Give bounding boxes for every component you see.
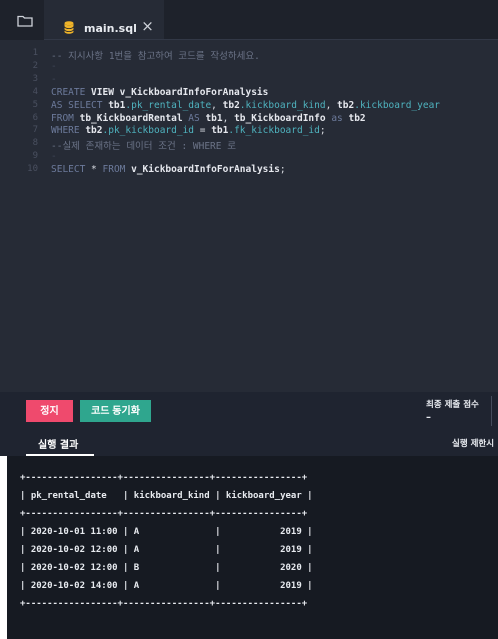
code-token: ;: [319, 125, 326, 137]
code-line[interactable]: FROM tb_KickboardRental AS tb1, tb_Kickb…: [51, 113, 366, 124]
line-number: 3: [32, 73, 38, 84]
code-token: -: [51, 73, 57, 85]
code-token: tb1: [205, 112, 223, 124]
code-line[interactable]: --실제 존재하는 데이터 조건 : WHERE 로: [51, 138, 236, 152]
code-token: ,: [211, 99, 223, 111]
line-number: 10: [27, 164, 38, 175]
control-bar: 정지 코드 동기화 최종 제출 점수 –: [0, 392, 498, 430]
line-number: 5: [32, 99, 38, 110]
code-token: tb2: [222, 99, 240, 111]
code-token: tb_KickboardRental: [79, 112, 183, 124]
code-line[interactable]: -: [51, 151, 57, 162]
code-token: FROM: [102, 164, 132, 176]
code-token: CREATE: [51, 86, 92, 98]
result-border-row: +-----------------+----------------+----…: [20, 509, 308, 519]
result-border-row: +-----------------+----------------+----…: [20, 599, 308, 609]
code-token: as: [325, 112, 349, 124]
code-line[interactable]: -- 지시사항 1번을 참고하여 코드를 작성하세요.: [51, 48, 260, 62]
result-row: | 2020-10-02 12:00 | B | 2020 |: [20, 563, 313, 573]
code-line[interactable]: -: [51, 74, 57, 85]
code-token: VIEW: [91, 86, 120, 98]
code-token: AS SELECT: [51, 99, 109, 111]
code-token: -- 지시사항 1번을 참고하여 코드를 작성하세요.: [51, 51, 260, 62]
result-row: | 2020-10-02 14:00 | A | 2019 |: [20, 581, 313, 591]
code-token: v_KickboardInfoForAnalysis: [131, 164, 280, 176]
code-line[interactable]: CREATE VIEW v_KickboardInfoForAnalysis: [51, 87, 268, 98]
code-line[interactable]: -: [51, 61, 57, 72]
code-token: v_KickboardInfoForAnalysis: [119, 86, 269, 98]
tab-execution-result[interactable]: 실행 결과: [38, 436, 78, 451]
code-line[interactable]: AS SELECT tb1.pk_rental_date, tb2.kickbo…: [51, 100, 440, 111]
code-token: =: [194, 125, 212, 137]
code-editor[interactable]: main.sql × 1 2 3 4 5 6 7 8 9 10 -- 지시사항 1번을 참고하여 …: [0, 0, 498, 392]
code-token: -: [51, 60, 57, 72]
line-number: 8: [32, 138, 38, 149]
code-token: .kickboard_kind: [239, 99, 326, 111]
line-number: 6: [32, 112, 38, 123]
stop-button[interactable]: 정지: [26, 400, 73, 422]
code-token: WHERE: [51, 125, 86, 137]
tab-bar: main.sql ×: [0, 0, 498, 40]
code-token: tb2: [337, 99, 355, 111]
code-token: .pk_rental_date: [125, 99, 212, 111]
code-token: .fk_kickboard_id: [228, 125, 320, 137]
result-tab-bar: 실행 결과 실행 제한시: [0, 430, 498, 456]
code-token: .pk_kickboard_id: [102, 125, 195, 137]
app-window: main.sql × 1 2 3 4 5 6 7 8 9 10 -- 지시사항 1번을 참고하여 …: [0, 0, 498, 639]
code-line[interactable]: SELECT * FROM v_KickboardInfoForAnalysis…: [51, 164, 286, 175]
code-token: --실제 존재하는 데이터 조건 : WHERE 로: [51, 141, 236, 153]
code-token: *: [91, 164, 103, 176]
final-score-label: 최종 제출 점수: [426, 400, 479, 410]
line-number-gutter: 1 2 3 4 5 6 7 8 9 10: [0, 40, 46, 392]
code-token: tb2: [348, 112, 366, 124]
close-icon[interactable]: ×: [141, 19, 154, 34]
code-token: ,: [222, 112, 235, 124]
line-number: 4: [32, 86, 38, 97]
database-icon: [64, 21, 74, 34]
code-token: SELECT: [51, 164, 92, 176]
code-sync-button[interactable]: 코드 동기화: [80, 400, 151, 422]
code-token: tb1: [211, 125, 229, 137]
code-token: AS: [182, 112, 206, 124]
execution-limit-label: 실행 제한시: [452, 439, 495, 449]
line-number: 7: [32, 125, 38, 136]
code-line[interactable]: WHERE tb2.pk_kickboard_id = tb1.fk_kickb…: [51, 125, 326, 136]
tab-main-sql[interactable]: main.sql ×: [44, 0, 164, 40]
code-token: tb2: [85, 125, 103, 137]
divider: [491, 396, 492, 426]
result-header-row: | pk_rental_date | kickboard_kind | kick…: [20, 491, 313, 501]
result-output: +-----------------+----------------+----…: [7, 456, 498, 639]
code-token: .kickboard_year: [354, 99, 441, 111]
final-score-value: –: [426, 412, 431, 423]
code-token: ,: [325, 99, 338, 111]
code-token: tb_KickboardInfo: [234, 112, 326, 124]
code-token: ;: [279, 164, 286, 176]
result-row: | 2020-10-01 11:00 | A | 2019 |: [20, 527, 313, 537]
tab-filename: main.sql: [84, 22, 137, 35]
line-number: 2: [32, 60, 38, 71]
code-token: -: [51, 151, 57, 163]
folder-icon[interactable]: [17, 15, 33, 27]
line-number: 9: [32, 151, 38, 162]
result-border-row: +-----------------+----------------+----…: [20, 473, 308, 483]
code-token: tb1: [108, 99, 126, 111]
line-number: 1: [32, 48, 38, 58]
tab-divider: [44, 39, 498, 40]
code-token: FROM: [51, 112, 80, 124]
result-row: | 2020-10-02 12:00 | A | 2019 |: [20, 545, 313, 555]
